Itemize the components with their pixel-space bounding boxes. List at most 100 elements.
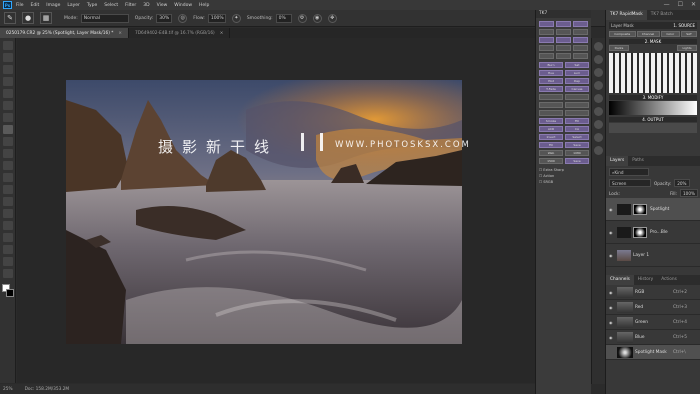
- smoothing-field[interactable]: 0%: [275, 13, 292, 23]
- tk7-button[interactable]: [556, 53, 571, 59]
- tk7-tfade-button[interactable]: T-Fade: [539, 86, 563, 92]
- tab-document-1[interactable]: 0250179.CR2 @ 25% (Spotlight, Layer Mask…: [0, 28, 129, 38]
- path-select-tool-icon[interactable]: [2, 233, 13, 242]
- airbrush-icon[interactable]: ✦: [231, 13, 241, 23]
- tk7-button[interactable]: [539, 21, 554, 27]
- tk7-button[interactable]: [573, 45, 588, 51]
- menu-view[interactable]: View: [157, 3, 168, 8]
- tab-tk7-batch[interactable]: TK7 Batch: [647, 10, 677, 20]
- pressure-opacity-icon[interactable]: ◎: [178, 13, 188, 23]
- source-sat-button[interactable]: SAT: [681, 31, 697, 37]
- history-brush-tool-icon[interactable]: [2, 149, 13, 158]
- flow-field[interactable]: 100%: [207, 13, 226, 23]
- tk7-button[interactable]: [539, 53, 554, 59]
- brush-tool-icon[interactable]: [2, 125, 13, 134]
- visibility-eye-icon[interactable]: ◉: [609, 335, 614, 340]
- menu-type[interactable]: Type: [87, 3, 97, 8]
- clone-stamp-tool-icon[interactable]: [2, 137, 13, 146]
- zoom-tool-icon[interactable]: [2, 269, 13, 278]
- tk7-button[interactable]: [539, 45, 554, 51]
- maximize-button[interactable]: ☐: [678, 1, 683, 8]
- zone-selector-grid[interactable]: [609, 53, 697, 93]
- brushes-panel-icon[interactable]: [594, 120, 603, 129]
- tk7-button[interactable]: [556, 21, 571, 27]
- type-tool-icon[interactable]: [2, 221, 13, 230]
- smoothing-settings-gear-icon[interactable]: ⚙: [297, 13, 307, 23]
- tk7-save2-button[interactable]: Save: [565, 158, 589, 164]
- mask-lights-button[interactable]: Lights: [677, 45, 697, 51]
- tk7-button[interactable]: [539, 110, 563, 116]
- tab-history[interactable]: History: [634, 275, 657, 285]
- menu-filter[interactable]: Filter: [125, 3, 136, 8]
- tk7-acr-button[interactable]: ACR: [539, 126, 563, 132]
- tk7-button[interactable]: [539, 102, 563, 108]
- layer-row[interactable]: ◉ Layer 1: [606, 244, 700, 267]
- visibility-eye-icon[interactable]: ◉: [609, 207, 614, 212]
- tab-actions[interactable]: Actions: [657, 275, 681, 285]
- menu-window[interactable]: Window: [174, 3, 192, 8]
- layer-row[interactable]: ◉ Pro...Ble: [606, 221, 700, 244]
- shape-tool-icon[interactable]: [2, 245, 13, 254]
- source-channel-button[interactable]: Channel: [636, 31, 660, 37]
- hand-tool-icon[interactable]: [2, 257, 13, 266]
- channel-row[interactable]: ◉ Blue Ctrl+5: [606, 330, 700, 345]
- tk7-sat-button[interactable]: Sat: [565, 62, 589, 68]
- tk7-button[interactable]: [539, 94, 563, 100]
- tk7-button[interactable]: [565, 102, 589, 108]
- menu-file[interactable]: File: [16, 3, 24, 8]
- tk7-button[interactable]: [556, 29, 571, 35]
- tk7-button[interactable]: [539, 37, 554, 43]
- tk7-web-button[interactable]: Web: [539, 150, 563, 156]
- visibility-eye-icon[interactable]: ◉: [609, 230, 614, 235]
- canvas-area[interactable]: 摄影新干线 WWW.PHOTOSKSX.COM: [17, 38, 535, 383]
- swatches-panel-icon[interactable]: [594, 68, 603, 77]
- tk7-save-button[interactable]: Save: [565, 142, 589, 148]
- info-panel-icon[interactable]: [594, 146, 603, 155]
- pressure-size-icon[interactable]: ◉: [312, 13, 322, 23]
- tk7-hist-button[interactable]: Hist: [539, 78, 563, 84]
- tk7-ca-button[interactable]: CA: [565, 126, 589, 132]
- tk7-1080-button[interactable]: 1080: [565, 150, 589, 156]
- visibility-eye-icon[interactable]: ◉: [609, 305, 614, 310]
- background-color-swatch[interactable]: [5, 289, 14, 297]
- tk7-button[interactable]: [573, 37, 588, 43]
- gradient-tool-icon[interactable]: [2, 173, 13, 182]
- tk7-button[interactable]: [556, 37, 571, 43]
- tk7-canvas-button[interactable]: Canvas: [565, 86, 589, 92]
- seascape-photo[interactable]: [66, 80, 462, 344]
- lasso-tool-icon[interactable]: [2, 65, 13, 74]
- eyedropper-tool-icon[interactable]: [2, 101, 13, 110]
- tk7-hue-button[interactable]: Hue: [539, 70, 563, 76]
- tk7-button[interactable]: [573, 29, 588, 35]
- layer-row[interactable]: ◉ Spotlight: [606, 198, 700, 221]
- channel-row[interactable]: ◉ Green Ctrl+4: [606, 315, 700, 330]
- tk7-1500-button[interactable]: 1500: [539, 158, 563, 164]
- srgb-checkbox[interactable]: ☐ SRGB: [539, 179, 588, 185]
- tk7-burn-button[interactable]: Burn: [539, 62, 563, 68]
- color-swatches[interactable]: [1, 284, 14, 298]
- tk7-fill2-button[interactable]: Fill: [539, 142, 563, 148]
- output-buttons[interactable]: [609, 123, 697, 133]
- color-panel-icon[interactable]: [594, 55, 603, 64]
- menu-help[interactable]: Help: [199, 3, 209, 8]
- crop-tool-icon[interactable]: [2, 89, 13, 98]
- visibility-eye-icon[interactable]: ◉: [609, 253, 614, 258]
- channel-row[interactable]: ◉ Red Ctrl+3: [606, 300, 700, 315]
- symmetry-icon[interactable]: ✥: [327, 13, 337, 23]
- tab-paths[interactable]: Paths: [628, 156, 648, 166]
- tk7-invert-button[interactable]: Invert: [539, 134, 563, 140]
- tab-layers[interactable]: Layers: [606, 156, 629, 166]
- close-window-button[interactable]: ✕: [691, 1, 696, 8]
- libraries-panel-icon[interactable]: [594, 107, 603, 116]
- layer-opacity-field[interactable]: 20%: [674, 179, 691, 187]
- tk7-button[interactable]: [573, 21, 588, 27]
- blur-tool-icon[interactable]: [2, 185, 13, 194]
- tk7-select-button[interactable]: Select: [565, 134, 589, 140]
- source-composite-button[interactable]: Composite: [609, 31, 636, 37]
- zoom-level[interactable]: 25%: [3, 387, 13, 392]
- layer-mask-thumbnail[interactable]: [633, 203, 647, 215]
- close-icon[interactable]: ×: [220, 31, 224, 36]
- kind-filter-select[interactable]: ⌕ Kind: [609, 168, 649, 176]
- tab-tk7-rapidmask[interactable]: TK7 RapidMask: [606, 10, 647, 20]
- tab-channels[interactable]: Channels: [606, 275, 634, 285]
